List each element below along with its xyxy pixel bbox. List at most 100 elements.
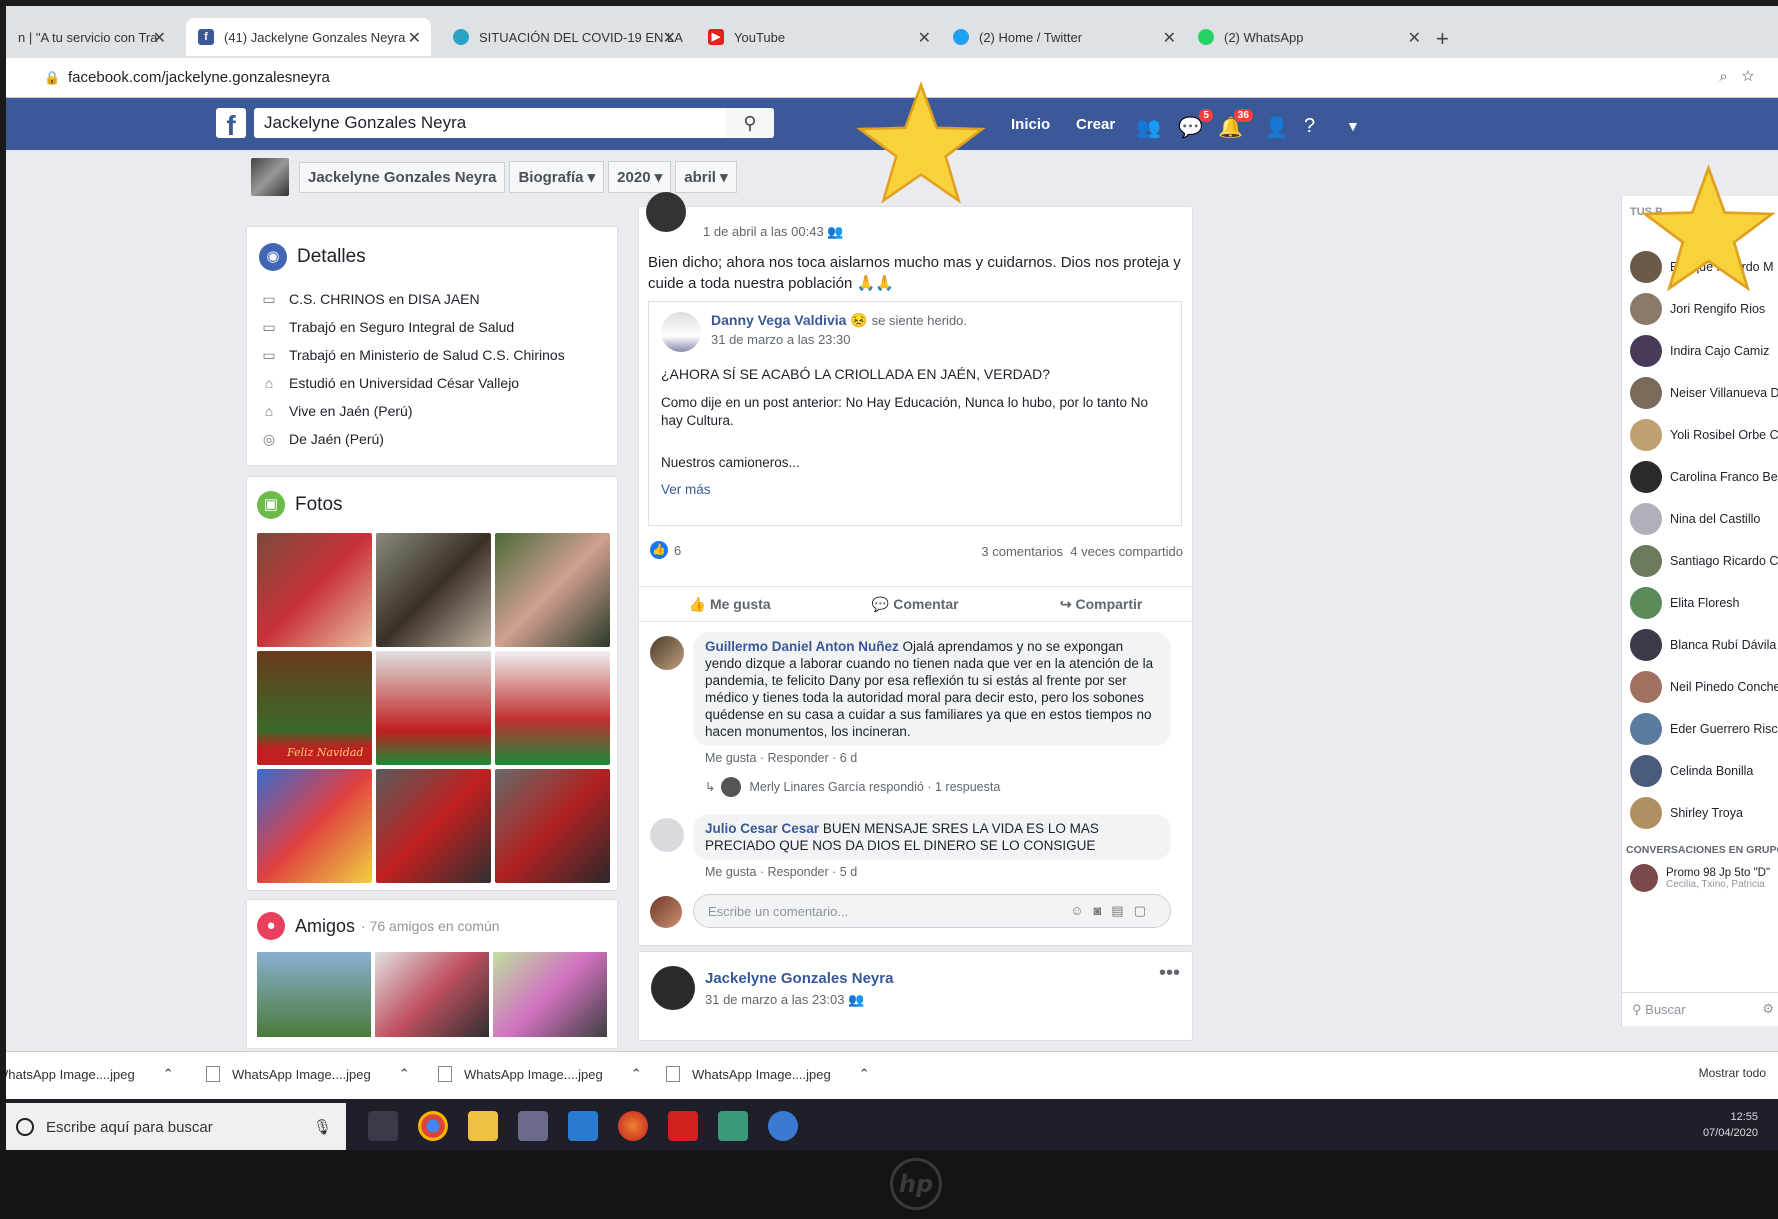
photo-thumbnail[interactable] [495,651,610,765]
contact-item[interactable]: Indira Cajo Camiz [1622,330,1778,372]
firefox-icon[interactable] [618,1111,648,1141]
share-button[interactable]: ↪ Compartir [1060,596,1143,613]
system-clock[interactable]: 12:55 07/04/2020 [1703,1109,1758,1141]
detail-text[interactable]: Trabajó en Ministerio de Salud C.S. Chir… [289,347,565,363]
emoji-icon[interactable]: ☺ [1070,903,1093,918]
detail-text[interactable]: Trabajó en Seguro Integral de Salud [289,319,514,335]
avatar[interactable] [651,966,695,1010]
contact-item[interactable]: Elita Floresh [1622,582,1778,624]
detail-text[interactable]: De Jaén (Perú) [289,431,384,447]
comments-count[interactable]: 3 comentarios [981,544,1063,559]
contact-item[interactable]: Carolina Franco Be [1622,456,1778,498]
nav-home[interactable]: Inicio [1011,116,1050,133]
profile-name-button[interactable]: Jackelyne Gonzales Neyra [299,161,506,193]
contact-item[interactable]: Neil Pinedo Conche [1622,666,1778,708]
comment-actions[interactable]: Me gusta · Responder · 6 d [693,750,1171,767]
friend-photo[interactable] [375,952,489,1037]
acrobat-icon[interactable] [668,1111,698,1141]
avatar[interactable] [650,636,684,670]
url-text[interactable]: facebook.com/jackelyne.gonzalesneyra [68,69,330,86]
photo-thumbnail[interactable]: Feliz Navidad [257,651,372,765]
shared-author[interactable]: Danny Vega Valdivia [711,312,846,328]
friends-title-text[interactable]: Amigos [295,916,355,937]
store-icon[interactable] [518,1111,548,1141]
tab-2[interactable]: f (41) Jackelyne Gonzales Neyra ✕ [186,18,431,56]
close-icon[interactable]: ✕ [663,28,676,48]
photo-thumbnail[interactable] [376,651,491,765]
friend-requests-icon[interactable]: 👤 [1264,115,1289,140]
app-icon[interactable] [768,1111,798,1141]
contact-item[interactable]: Santiago Ricardo Ca [1622,540,1778,582]
facebook-logo-icon[interactable]: f [216,108,246,141]
nav-create[interactable]: Crear [1076,116,1115,133]
chevron-up-icon[interactable]: ⌃ [399,1066,410,1082]
photo-thumbnail[interactable] [257,533,372,647]
file-explorer-icon[interactable] [468,1111,498,1141]
year-dropdown[interactable]: 2020 ▾ [608,161,672,193]
reactions-summary[interactable]: 👍 6 [650,541,681,559]
month-dropdown[interactable]: abril ▾ [675,161,737,193]
photo-thumbnail[interactable] [495,533,610,647]
messenger-icon[interactable]: 💬 5 [1178,109,1213,140]
avatar[interactable] [646,192,686,232]
comment-author[interactable]: Guillermo Daniel Anton Nuñez [705,639,899,654]
contact-item[interactable]: Eder Guerrero Risco [1622,708,1778,750]
contact-item[interactable]: Neiser Villanueva D [1622,372,1778,414]
taskbar-search-input[interactable]: Escribe aquí para buscar 🎙 [6,1103,346,1151]
avatar[interactable] [650,818,684,852]
gif-icon[interactable]: ▤ [1111,903,1133,918]
friend-photo[interactable] [493,952,607,1037]
task-view-icon[interactable] [368,1111,398,1141]
zoom-icon[interactable]: ⌕ [1719,68,1741,85]
friends-icon[interactable]: 👥 [1136,115,1161,140]
tab-5[interactable]: (2) Home / Twitter ✕ [941,18,1186,56]
detail-text[interactable]: Vive en Jaén (Perú) [289,403,412,419]
tab-6[interactable]: (2) WhatsApp ✕ [1186,18,1431,56]
chevron-up-icon[interactable]: ⌃ [631,1066,642,1082]
group-chat-item[interactable]: Promo 98 Jp 5to "D" Cecilia, Txino, Patri… [1622,864,1778,892]
bookmark-star-icon[interactable]: ☆ [1742,68,1768,85]
comment-replies[interactable]: ↳ Merly Linares García respondió · 1 res… [693,777,1171,797]
see-more-link[interactable]: Ver más [661,482,711,497]
shares-count[interactable]: 4 veces compartido [1070,544,1183,559]
chevron-down-icon[interactable]: ▼ [1346,118,1360,134]
help-icon[interactable]: ? [1304,115,1315,138]
next-post-timestamp[interactable]: 31 de marzo a las 23:03 [705,992,844,1007]
next-post-author[interactable]: Jackelyne Gonzales Neyra [705,970,893,987]
avatar[interactable] [661,312,701,352]
shared-timestamp[interactable]: 31 de marzo a las 23:30 [711,332,850,347]
notifications-icon[interactable]: 🔔 36 [1218,109,1253,140]
close-icon[interactable]: ✕ [918,28,931,48]
contact-item[interactable]: Celinda Bonilla [1622,750,1778,792]
close-icon[interactable]: ✕ [1163,28,1176,48]
chrome-icon[interactable] [418,1111,448,1141]
microphone-icon[interactable]: 🎙 [313,1118,332,1136]
chevron-up-icon[interactable]: ⌃ [163,1066,174,1082]
contact-item[interactable]: Blanca Rubí Dávila [1622,624,1778,666]
show-all-downloads-button[interactable]: Mostrar todo [1699,1066,1766,1080]
profile-thumbnail[interactable] [251,158,289,196]
more-options-icon[interactable]: ••• [1159,962,1180,985]
photo-thumbnail[interactable] [495,769,610,883]
friend-photo[interactable] [257,952,371,1037]
mail-icon[interactable] [568,1111,598,1141]
app-icon[interactable] [718,1111,748,1141]
comment-button[interactable]: 💬 Comentar [872,596,959,613]
download-item[interactable]: WhatsApp Image....jpeg ⌃ [206,1066,410,1082]
download-item[interactable]: WhatsApp Image....jpeg ⌃ [6,1066,174,1082]
chat-search-input[interactable]: ⚲ Buscar ⚙ [1622,992,1778,1026]
contact-item[interactable]: Nina del Castillo [1622,498,1778,540]
photo-thumbnail[interactable] [376,769,491,883]
comment-author[interactable]: Julio Cesar Cesar [705,821,819,836]
tab-1[interactable]: n | "A tu servicio con Tra ✕ [6,18,176,56]
camera-icon[interactable]: ◙ [1094,903,1112,918]
search-input[interactable]: Jackelyne Gonzales Neyra [254,108,774,138]
close-icon[interactable]: ✕ [1408,28,1421,48]
close-icon[interactable]: ✕ [153,28,166,48]
photo-thumbnail[interactable] [257,769,372,883]
download-item[interactable]: WhatsApp Image....jpeg ⌃ [666,1066,870,1082]
chevron-up-icon[interactable]: ⌃ [859,1066,870,1082]
post-timestamp[interactable]: 1 de abril a las 00:43 [703,224,824,239]
photo-thumbnail[interactable] [376,533,491,647]
sticker-icon[interactable]: ▢ [1134,903,1156,918]
